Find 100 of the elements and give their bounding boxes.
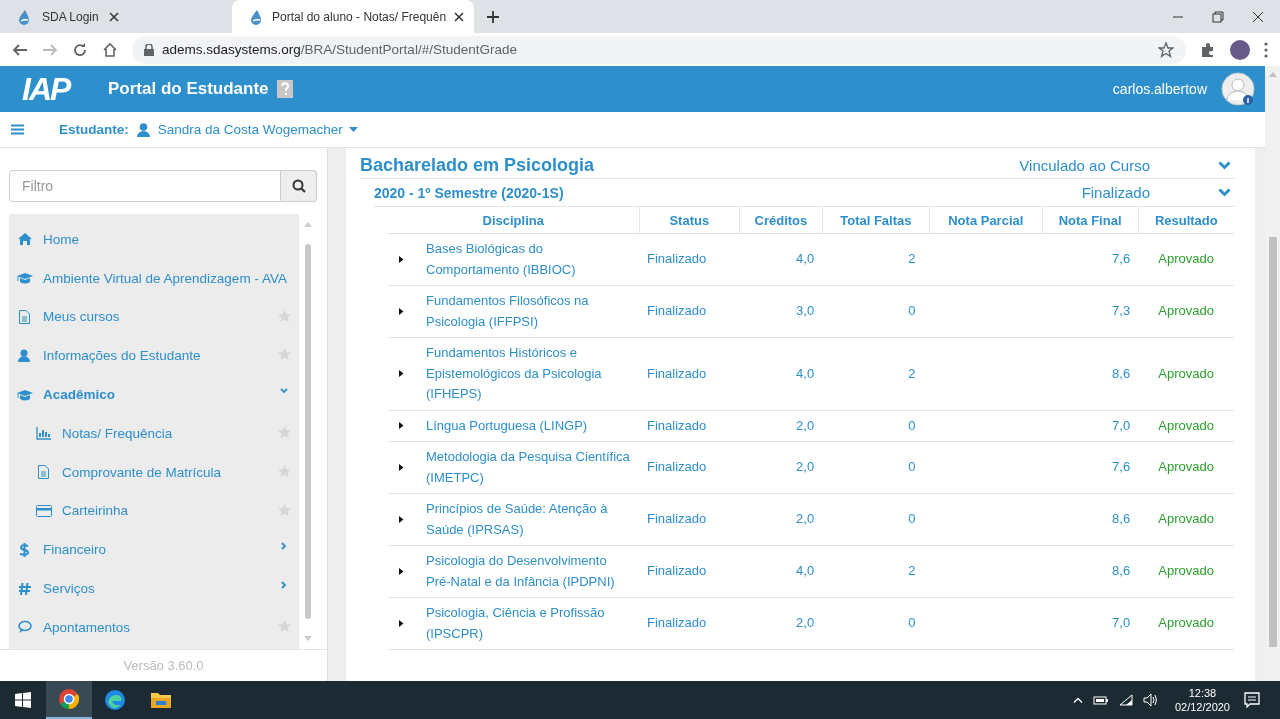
back-icon[interactable] [12, 41, 28, 58]
bookmark-star-icon[interactable] [1158, 41, 1174, 58]
semester-title: 2020 - 1º Semestre (2020-1S) [374, 184, 565, 201]
table-cell: 2 [822, 545, 930, 598]
sidebar-item[interactable]: Meus cursos [9, 297, 299, 337]
column-header[interactable]: Nota Parcial [929, 207, 1043, 234]
lock-icon [144, 43, 154, 56]
chevron-up-icon[interactable] [1072, 697, 1083, 703]
table-cell: 0 [822, 285, 930, 338]
table-cell: Finalizado [639, 545, 740, 598]
table-cell: Princípios de Saúde: Atenção à Saúde (IPRSAS) [410, 493, 639, 546]
battery-icon[interactable] [1092, 695, 1109, 705]
browser-tab[interactable]: SDA Login [0, 0, 232, 33]
chevron-icon[interactable] [1218, 160, 1231, 170]
table-cell: 7,3 [1042, 285, 1139, 338]
person-icon [18, 348, 32, 363]
sidebar-item[interactable]: Ambiente Virtual de Aprendizagem - AVA [9, 258, 299, 298]
table-cell: Aprovado [1138, 337, 1234, 410]
reload-icon[interactable] [72, 41, 88, 58]
home-icon[interactable] [102, 41, 118, 58]
document-icon [37, 465, 51, 480]
chevron-icon[interactable] [280, 542, 288, 551]
sidebar-item[interactable]: Serviços [9, 569, 299, 608]
menu-icon[interactable] [11, 124, 24, 135]
table-cell: 0 [822, 493, 930, 546]
username[interactable]: carlos.albertow [1112, 81, 1207, 97]
sidebar-item[interactable]: Acadêmico [9, 375, 299, 414]
student-name[interactable]: Sandra da Costa Wogemacher [157, 122, 343, 137]
menu-dots-icon[interactable] [1264, 41, 1268, 58]
clock-date[interactable]: 02/12/2020 [1174, 700, 1230, 714]
logo[interactable]: IAP [22, 70, 108, 108]
profile-avatar[interactable] [1230, 39, 1250, 60]
sidebar-item[interactable]: Comprovante de Matrícula [9, 452, 299, 492]
sidebar-item[interactable]: Carteirinha [9, 491, 299, 531]
expand-arrow-icon[interactable] [398, 620, 404, 627]
sidebar-item[interactable]: Notas/ Frequência [9, 414, 299, 453]
expand-arrow-icon[interactable] [398, 516, 404, 523]
table-cell: 8,6 [1042, 493, 1139, 546]
course-title: Bacharelado em Psicologia [360, 154, 596, 176]
table-cell: 0 [822, 441, 930, 494]
graduation-cap-icon [17, 271, 33, 286]
taskbar-app[interactable] [46, 681, 92, 719]
table-cell: 4,0 [739, 337, 823, 410]
table-cell: 2,0 [739, 410, 823, 442]
sidebar-item[interactable]: Financeiro [9, 530, 299, 570]
chevron-icon[interactable] [280, 387, 288, 396]
close-icon[interactable] [1252, 10, 1264, 23]
table-cell: 7,6 [1042, 233, 1139, 286]
expand-arrow-icon[interactable] [398, 422, 404, 430]
browser-tab[interactable]: Portal do aluno - Notas/ Frequên [232, 0, 475, 33]
table-cell: Fundamentos Históricos e Epistemológicos da Psicologia (IFHEPS) [410, 337, 639, 410]
clock-time[interactable]: 12:38 [1188, 686, 1217, 700]
new-tab-icon[interactable] [486, 9, 501, 24]
table-cell: 7,0 [1042, 597, 1139, 650]
close-icon[interactable] [108, 11, 119, 22]
puzzle-icon[interactable] [1200, 41, 1216, 58]
expand-arrow-icon[interactable] [398, 256, 404, 263]
windows-start-icon[interactable] [15, 692, 31, 708]
column-header[interactable]: Resultado [1138, 207, 1234, 234]
help-icon[interactable] [276, 80, 293, 98]
column-header[interactable]: Créditos [739, 207, 823, 234]
expand-arrow-icon[interactable] [398, 370, 404, 378]
column-header[interactable]: Nota Final [1042, 207, 1139, 234]
column-header[interactable]: Disciplina [388, 207, 639, 234]
address-bar[interactable]: adems.sdasystems.org/BRA/StudentPortal/#/StudentGrade [132, 35, 1186, 64]
table-cell: Psicologia, Ciência e Profissão (IPSCPR) [410, 597, 639, 650]
sidebar-item[interactable]: Apontamentos [9, 607, 299, 647]
table-cell: Aprovado [1138, 493, 1234, 546]
user-avatar-icon[interactable] [1221, 72, 1255, 106]
folder-icon [150, 691, 172, 709]
restore-icon[interactable] [1212, 10, 1224, 23]
close-icon[interactable] [454, 11, 465, 22]
expand-arrow-icon[interactable] [398, 464, 404, 471]
expand-arrow-icon[interactable] [398, 568, 404, 575]
semester-status: Finalizado [1081, 184, 1150, 201]
chat-icon [18, 620, 32, 635]
app-title: Portal do Estudante [108, 79, 269, 99]
filter-field[interactable]: Filtro [9, 170, 281, 202]
table-cell: Aprovado [1138, 410, 1234, 442]
search-button[interactable] [281, 170, 317, 202]
sidebar-item[interactable]: Home [9, 220, 299, 259]
chevron-icon[interactable] [280, 581, 288, 590]
search-icon [291, 179, 306, 193]
drop-logo-icon [248, 8, 264, 25]
table-cell: Finalizado [639, 597, 740, 650]
chevron-icon[interactable] [1218, 188, 1231, 197]
dollar-icon [18, 542, 32, 557]
table-cell: Aprovado [1138, 441, 1234, 494]
table-cell: Aprovado [1138, 233, 1234, 286]
table-cell: Finalizado [639, 493, 740, 546]
speaker-icon[interactable] [1142, 693, 1159, 707]
table-cell: Metodologia da Pesquisa Científica (IMETPC) [410, 441, 639, 494]
table-cell: 2,0 [739, 441, 823, 494]
caret-icon[interactable] [348, 127, 358, 132]
sidebar-item[interactable]: Informações do Estudante [9, 336, 299, 376]
table-cell: Língua Portuguesa (LINGP) [410, 410, 639, 442]
column-header[interactable]: Status [639, 207, 740, 234]
notification-icon[interactable] [1244, 692, 1260, 708]
expand-arrow-icon[interactable] [398, 308, 404, 315]
column-header[interactable]: Total Faltas [822, 207, 930, 234]
